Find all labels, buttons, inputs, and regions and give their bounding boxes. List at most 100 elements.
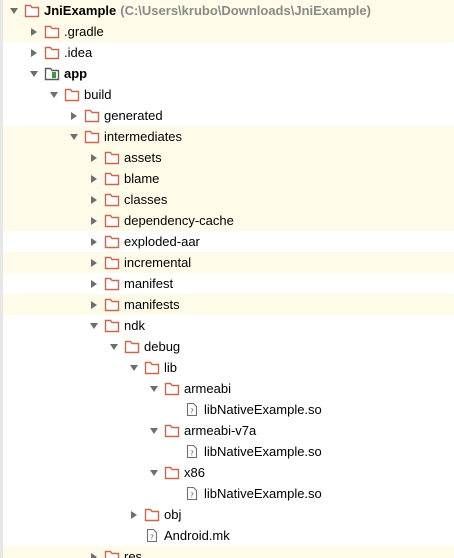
- tree-folder-row[interactable]: dependency-cache: [0, 210, 454, 231]
- folder-icon: [104, 318, 120, 333]
- folder-icon: [104, 234, 120, 249]
- chevron-down-icon[interactable]: [68, 126, 80, 147]
- tree-file-row[interactable]: ? libNativeExample.so: [0, 399, 454, 420]
- folder-icon: [104, 255, 120, 270]
- svg-text:?: ?: [190, 408, 194, 416]
- tree-node-label: app: [64, 66, 88, 81]
- chevron-down-icon[interactable]: [128, 357, 140, 378]
- file-icon: ?: [144, 528, 160, 543]
- chevron-right-icon[interactable]: [88, 252, 100, 273]
- folder-icon: [104, 213, 120, 228]
- chevron-down-icon[interactable]: [148, 462, 160, 483]
- chevron-right-icon[interactable]: [128, 504, 140, 525]
- tree-folder-row[interactable]: classes: [0, 189, 454, 210]
- tree-folder-row[interactable]: incremental: [0, 252, 454, 273]
- tree-folder-row[interactable]: app: [0, 63, 454, 84]
- svg-text:?: ?: [150, 534, 154, 542]
- tree-folder-row[interactable]: obj: [0, 504, 454, 525]
- folder-icon: [104, 171, 120, 186]
- tree-folder-row[interactable]: debug: [0, 336, 454, 357]
- tree-node-label: Android.mk: [164, 528, 230, 543]
- tree-folder-row[interactable]: assets: [0, 147, 454, 168]
- tree-file-row[interactable]: ? libNativeExample.so: [0, 483, 454, 504]
- folder-icon: [104, 192, 120, 207]
- folder-icon: [164, 423, 180, 438]
- tree-node-label: lib: [164, 360, 178, 375]
- tree-node-label: generated: [104, 108, 163, 123]
- tree-node-label: debug: [144, 339, 181, 354]
- tree-node-label: dependency-cache: [124, 213, 234, 228]
- tree-folder-row[interactable]: exploded-aar: [0, 231, 454, 252]
- tree-node-label: exploded-aar: [124, 234, 200, 249]
- tree-folder-row[interactable]: res: [0, 546, 454, 558]
- tree-node-label: libNativeExample.so: [204, 486, 322, 501]
- chevron-right-icon[interactable]: [88, 147, 100, 168]
- chevron-right-icon[interactable]: [28, 42, 40, 63]
- folder-icon: [164, 381, 180, 396]
- chevron-right-icon[interactable]: [88, 546, 100, 558]
- chevron-right-icon[interactable]: [68, 105, 80, 126]
- tree-node-label: x86: [184, 465, 205, 480]
- tree-node-label: JniExample (C:\Users\krubo\Downloads\JniE…: [44, 3, 371, 18]
- folder-icon: [104, 297, 120, 312]
- tree-node-label: .gradle: [64, 24, 104, 39]
- chevron-right-icon[interactable]: [88, 189, 100, 210]
- chevron-down-icon[interactable]: [28, 63, 40, 84]
- folder-icon: [104, 276, 120, 291]
- chevron-down-icon[interactable]: [148, 420, 160, 441]
- tree-node-label: blame: [124, 171, 160, 186]
- chevron-right-icon[interactable]: [88, 294, 100, 315]
- chevron-right-icon[interactable]: [88, 231, 100, 252]
- tree-node-label: intermediates: [104, 129, 183, 144]
- tree-node-label: libNativeExample.so: [204, 402, 322, 417]
- tree-folder-row[interactable]: armeabi: [0, 378, 454, 399]
- file-icon: ?: [184, 402, 200, 417]
- tree-folder-row[interactable]: manifests: [0, 294, 454, 315]
- tree-folder-row[interactable]: blame: [0, 168, 454, 189]
- folder-icon: [44, 45, 60, 60]
- tree-node-label: res: [124, 549, 143, 558]
- tree-file-row[interactable]: ? Android.mk: [0, 525, 454, 546]
- chevron-down-icon[interactable]: [8, 0, 20, 21]
- tree-node-label: armeabi: [184, 381, 231, 396]
- tree-folder-row[interactable]: generated: [0, 105, 454, 126]
- folder-icon: [84, 129, 100, 144]
- chevron-down-icon[interactable]: [148, 378, 160, 399]
- folder-icon: [104, 549, 120, 558]
- tree-folder-row[interactable]: manifest: [0, 273, 454, 294]
- module-icon: [44, 66, 60, 81]
- tree-node-label: build: [84, 87, 112, 102]
- tree-folder-row[interactable]: JniExample (C:\Users\krubo\Downloads\JniE…: [0, 0, 454, 21]
- folder-icon: [144, 507, 160, 522]
- tree-node-label: assets: [124, 150, 162, 165]
- folder-icon: [144, 360, 160, 375]
- tool-window-edge: [0, 0, 3, 558]
- tree-node-label: classes: [124, 192, 168, 207]
- tree-node-label: obj: [164, 507, 182, 522]
- chevron-down-icon[interactable]: [88, 315, 100, 336]
- tree-file-row[interactable]: ? libNativeExample.so: [0, 441, 454, 462]
- chevron-right-icon[interactable]: [88, 168, 100, 189]
- tree-node-label: .idea: [64, 45, 93, 60]
- tree-folder-row[interactable]: lib: [0, 357, 454, 378]
- tree-node-label: incremental: [124, 255, 192, 270]
- svg-text:?: ?: [190, 492, 194, 500]
- chevron-right-icon[interactable]: [88, 273, 100, 294]
- tree-folder-row[interactable]: intermediates: [0, 126, 454, 147]
- tree-node-label: manifests: [124, 297, 180, 312]
- tree-folder-row[interactable]: .idea: [0, 42, 454, 63]
- chevron-right-icon[interactable]: [88, 210, 100, 231]
- svg-text:?: ?: [190, 450, 194, 458]
- tree-node-label: ndk: [124, 318, 145, 333]
- tree-folder-row[interactable]: ndk: [0, 315, 454, 336]
- chevron-down-icon[interactable]: [48, 84, 60, 105]
- tree-folder-row[interactable]: .gradle: [0, 21, 454, 42]
- chevron-right-icon[interactable]: [28, 21, 40, 42]
- folder-icon: [64, 87, 80, 102]
- tree-node-label: armeabi-v7a: [184, 423, 257, 438]
- tree-folder-row[interactable]: build: [0, 84, 454, 105]
- project-folder-icon: [24, 3, 40, 18]
- tree-folder-row[interactable]: x86: [0, 462, 454, 483]
- tree-folder-row[interactable]: armeabi-v7a: [0, 420, 454, 441]
- chevron-down-icon[interactable]: [108, 336, 120, 357]
